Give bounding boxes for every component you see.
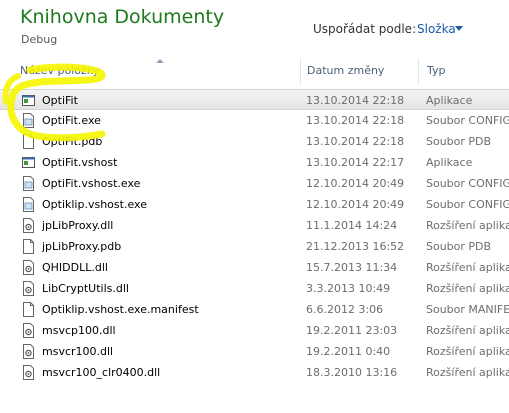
dll-file-icon — [22, 218, 35, 233]
file-date: 12.10.2014 20:49 — [306, 198, 405, 211]
column-date-header[interactable]: Datum změny — [300, 58, 418, 84]
file-type: Soubor CONFIG — [426, 198, 509, 211]
file-type: Aplikace — [426, 94, 473, 107]
config-file-icon — [22, 176, 35, 191]
dll-file-icon — [22, 260, 35, 275]
file-row[interactable]: jpLibProxy.pdb 21.12.2013 16:52 Soubor PDB — [0, 236, 509, 257]
dll-file-icon — [22, 365, 35, 380]
file-row[interactable]: QHIDDLL.dll 15.7.2013 11:34 Rozšíření apli… — [0, 257, 509, 278]
file-row[interactable]: OptiFit.pdb 13.10.2014 22:18 Soubor PDB — [0, 131, 509, 152]
file-date: 11.1.2014 14:24 — [306, 219, 398, 232]
file-type: Soubor CONFIG — [426, 177, 509, 190]
file-name: LibCryptUtils.dll — [42, 282, 129, 295]
file-date: 3.3.2013 10:49 — [306, 282, 391, 295]
library-title: Knihovna Dokumenty — [20, 6, 225, 28]
file-date: 18.3.2010 13:16 — [306, 366, 398, 379]
file-row[interactable]: Optiklip.vshost.exe 12.10.2014 20:49 Soubo… — [0, 194, 509, 215]
file-type: Rozšíření aplikace — [426, 366, 509, 379]
file-date: 6.6.2012 3:06 — [306, 303, 384, 316]
file-type: Soubor PDB — [426, 240, 492, 253]
dll-file-icon — [22, 281, 35, 296]
file-row[interactable]: msvcr100.dll 19.2.2011 0:40 Rozšíření apli… — [0, 341, 509, 362]
file-row[interactable]: Optiklip.vshost.exe.manifest 6.6.2012 3:0… — [0, 299, 509, 320]
arrange-by-dropdown[interactable]: Složka — [417, 22, 456, 36]
file-name: OptiFit — [42, 94, 78, 107]
dropdown-arrow-icon[interactable] — [455, 26, 463, 31]
document-icon — [22, 302, 35, 317]
file-row[interactable]: OptiFit.exe 13.10.2014 22:18 Soubor CONFIG — [0, 110, 509, 131]
file-type: Rozšíření aplikace — [426, 324, 509, 337]
file-type: Soubor CONFIG — [426, 114, 509, 127]
file-type: Rozšíření aplikace — [426, 219, 509, 232]
file-date: 13.10.2014 22:17 — [306, 156, 405, 169]
file-date: 19.2.2011 23:03 — [306, 324, 398, 337]
file-name: QHIDDLL.dll — [42, 261, 108, 274]
column-header: Název položky Datum změny Typ — [0, 58, 509, 84]
file-row[interactable]: OptiFit.vshost 13.10.2014 22:17 Aplikace — [0, 152, 509, 173]
file-type: Rozšíření aplikace — [426, 261, 509, 274]
arrange-by-label: Uspořádat podle: — [313, 22, 417, 36]
file-name: OptiFit.pdb — [42, 135, 103, 148]
file-date: 13.10.2014 22:18 — [306, 94, 405, 107]
file-row[interactable]: OptiFit 13.10.2014 22:18 Aplikace — [0, 89, 509, 110]
file-row[interactable]: OptiFit.vshost.exe 12.10.2014 20:49 Soubor… — [0, 173, 509, 194]
file-name: OptiFit.exe — [42, 114, 101, 127]
file-name: msvcr100_clr0400.dll — [42, 366, 161, 379]
file-date: 21.12.2013 16:52 — [306, 240, 405, 253]
dll-file-icon — [22, 323, 35, 338]
file-row[interactable]: msvcp100.dll 19.2.2011 23:03 Rozšíření apl… — [0, 320, 509, 341]
library-header: Knihovna Dokumenty Debug Uspořádat podle… — [0, 0, 509, 56]
application-icon — [22, 93, 35, 108]
config-file-icon — [22, 113, 35, 128]
column-name-header[interactable]: Název položky — [0, 58, 300, 84]
column-type-header[interactable]: Typ — [418, 58, 509, 84]
document-icon — [22, 239, 35, 254]
file-type: Rozšíření aplikace — [426, 282, 509, 295]
file-date: 13.10.2014 22:18 — [306, 135, 405, 148]
application-icon — [22, 155, 35, 170]
file-name: msvcr100.dll — [42, 345, 114, 358]
file-date: 12.10.2014 20:49 — [306, 177, 405, 190]
file-type: Aplikace — [426, 156, 473, 169]
file-name: msvcp100.dll — [42, 324, 116, 337]
file-name: jpLibProxy.pdb — [42, 240, 122, 253]
file-type: Rozšíření aplikace — [426, 345, 509, 358]
config-file-icon — [22, 197, 35, 212]
file-date: 19.2.2011 0:40 — [306, 345, 391, 358]
file-row[interactable]: msvcr100_clr0400.dll 18.3.2010 13:16 Rozší… — [0, 362, 509, 383]
file-date: 13.10.2014 22:18 — [306, 114, 405, 127]
document-icon — [22, 134, 35, 149]
library-subtitle: Debug — [21, 33, 58, 46]
file-name: jpLibProxy.dll — [42, 219, 114, 232]
file-type: Soubor MANIFEST — [426, 303, 509, 316]
dll-file-icon — [22, 344, 35, 359]
file-name: Optiklip.vshost.exe.manifest — [42, 303, 199, 316]
file-date: 15.7.2013 11:34 — [306, 261, 398, 274]
file-row[interactable]: LibCryptUtils.dll 3.3.2013 10:49 Rozšíření… — [0, 278, 509, 299]
file-name: Optiklip.vshost.exe — [42, 198, 147, 211]
file-name: OptiFit.vshost — [42, 156, 118, 169]
file-row[interactable]: jpLibProxy.dll 11.1.2014 14:24 Rozšíření a… — [0, 215, 509, 236]
file-name: OptiFit.vshost.exe — [42, 177, 141, 190]
file-type: Soubor PDB — [426, 135, 492, 148]
